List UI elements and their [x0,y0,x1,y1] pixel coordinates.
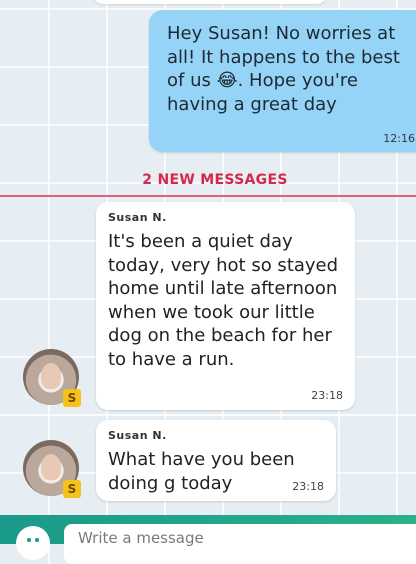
message-timestamp: 23:18 [292,480,324,493]
emoji-icon[interactable] [16,526,50,560]
message-timestamp: 23:18 [311,389,343,402]
previous-message-bubble [92,0,328,4]
outgoing-message-bubble[interactable]: Hey Susan! No worries at all! It happens… [149,10,416,152]
new-messages-divider-line [0,195,416,197]
sender-avatar[interactable]: S [23,349,81,407]
message-text: Hey Susan! No worries at all! It happens… [167,23,400,115]
incoming-message-bubble[interactable]: Susan N. What have you been doing g toda… [96,420,336,501]
sender-name: Susan N. [108,211,167,224]
verified-badge: S [63,480,81,498]
verified-badge: S [63,389,81,407]
message-text: It's been a quiet day today, very hot so… [108,231,339,370]
sender-name: Susan N. [108,429,167,442]
incoming-message-bubble[interactable]: Susan N. It's been a quiet day today, ve… [96,202,355,410]
message-input[interactable] [64,524,416,564]
sender-avatar[interactable]: S [23,440,81,498]
compose-bar [0,515,416,564]
new-messages-divider-label: 2 NEW MESSAGES [142,172,288,188]
message-timestamp: 12:16 [383,132,415,145]
